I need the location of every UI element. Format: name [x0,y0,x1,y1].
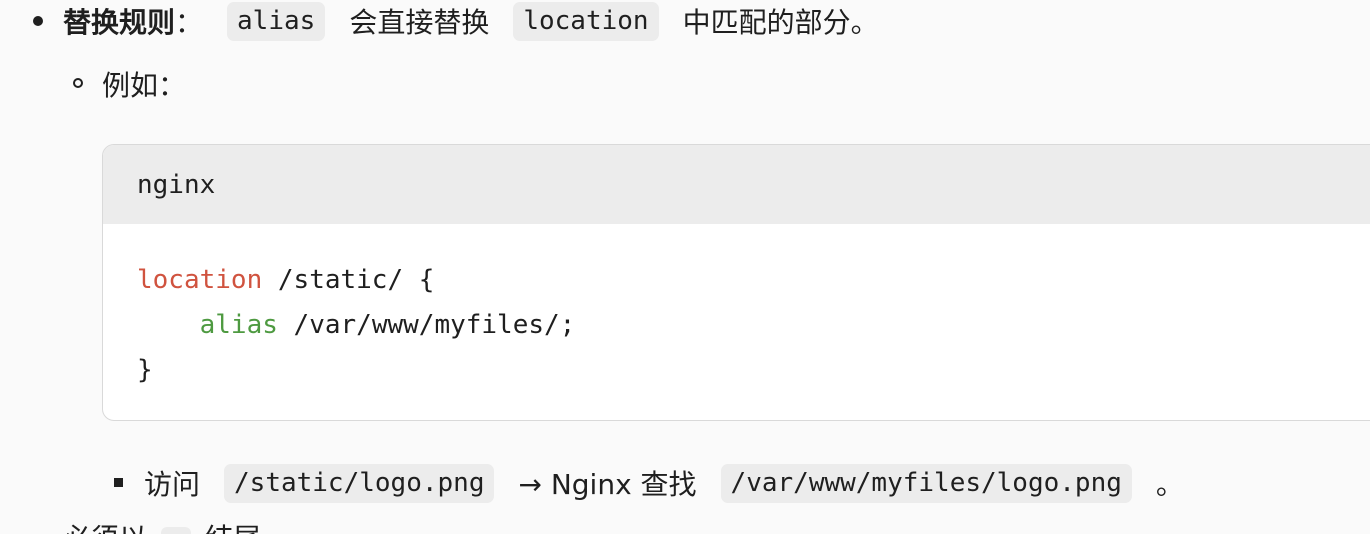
code-language-label: nginx [137,169,216,200]
example-label: 例如： [102,69,187,102]
inline-code-static-path: /static/logo.png [224,463,495,503]
inline-code-file-path: /var/www/myfiles/logo.png [720,463,1132,503]
text-period: 。 [1155,468,1184,501]
partial-text-1: 必须以 [63,517,147,534]
code-line1-rest: /static/ { [262,265,435,295]
list-item-replace-rule: 替换规则 ： alias 会直接替换 location 中匹配的部分。 [63,0,879,42]
markdown-page: 替换规则 ： alias 会直接替换 location 中匹配的部分。 例如： … [0,0,1370,534]
text-matched-part: 中匹配的部分。 [682,6,879,39]
inline-code-alias: alias [227,1,326,41]
partial-inline-code [161,527,192,534]
code-keyword-location: location [137,265,263,295]
text-access: 访问 [144,468,201,501]
bullet-dot [33,16,43,26]
partial-text-2: 结尾 [205,517,261,534]
code-keyword-alias: alias [199,310,278,340]
code-line2-rest: /var/www/myfiles/; [277,310,576,340]
replace-rule-label: 替换规则 [63,6,176,39]
code-block: nginx location /static/ { alias /var/www… [102,144,1370,421]
list-item-access-example: 访问 /static/logo.png → Nginx 查找 /var/www/… [144,462,1184,504]
list-item-partial: 必须以 结尾 [63,522,261,534]
circle-bullet [73,78,83,88]
code-line3: } [137,355,153,385]
list-item-example: 例如： [102,64,186,104]
text-replace: 会直接替换 [349,6,490,39]
text-nginx-lookup: → Nginx 查找 [518,468,697,501]
inline-code-location: location [513,1,659,41]
square-bullet [114,478,123,487]
colon: ： [175,6,204,39]
code-block-body[interactable]: location /static/ { alias /var/www/myfil… [103,224,1370,393]
code-block-header: nginx [103,145,1370,224]
